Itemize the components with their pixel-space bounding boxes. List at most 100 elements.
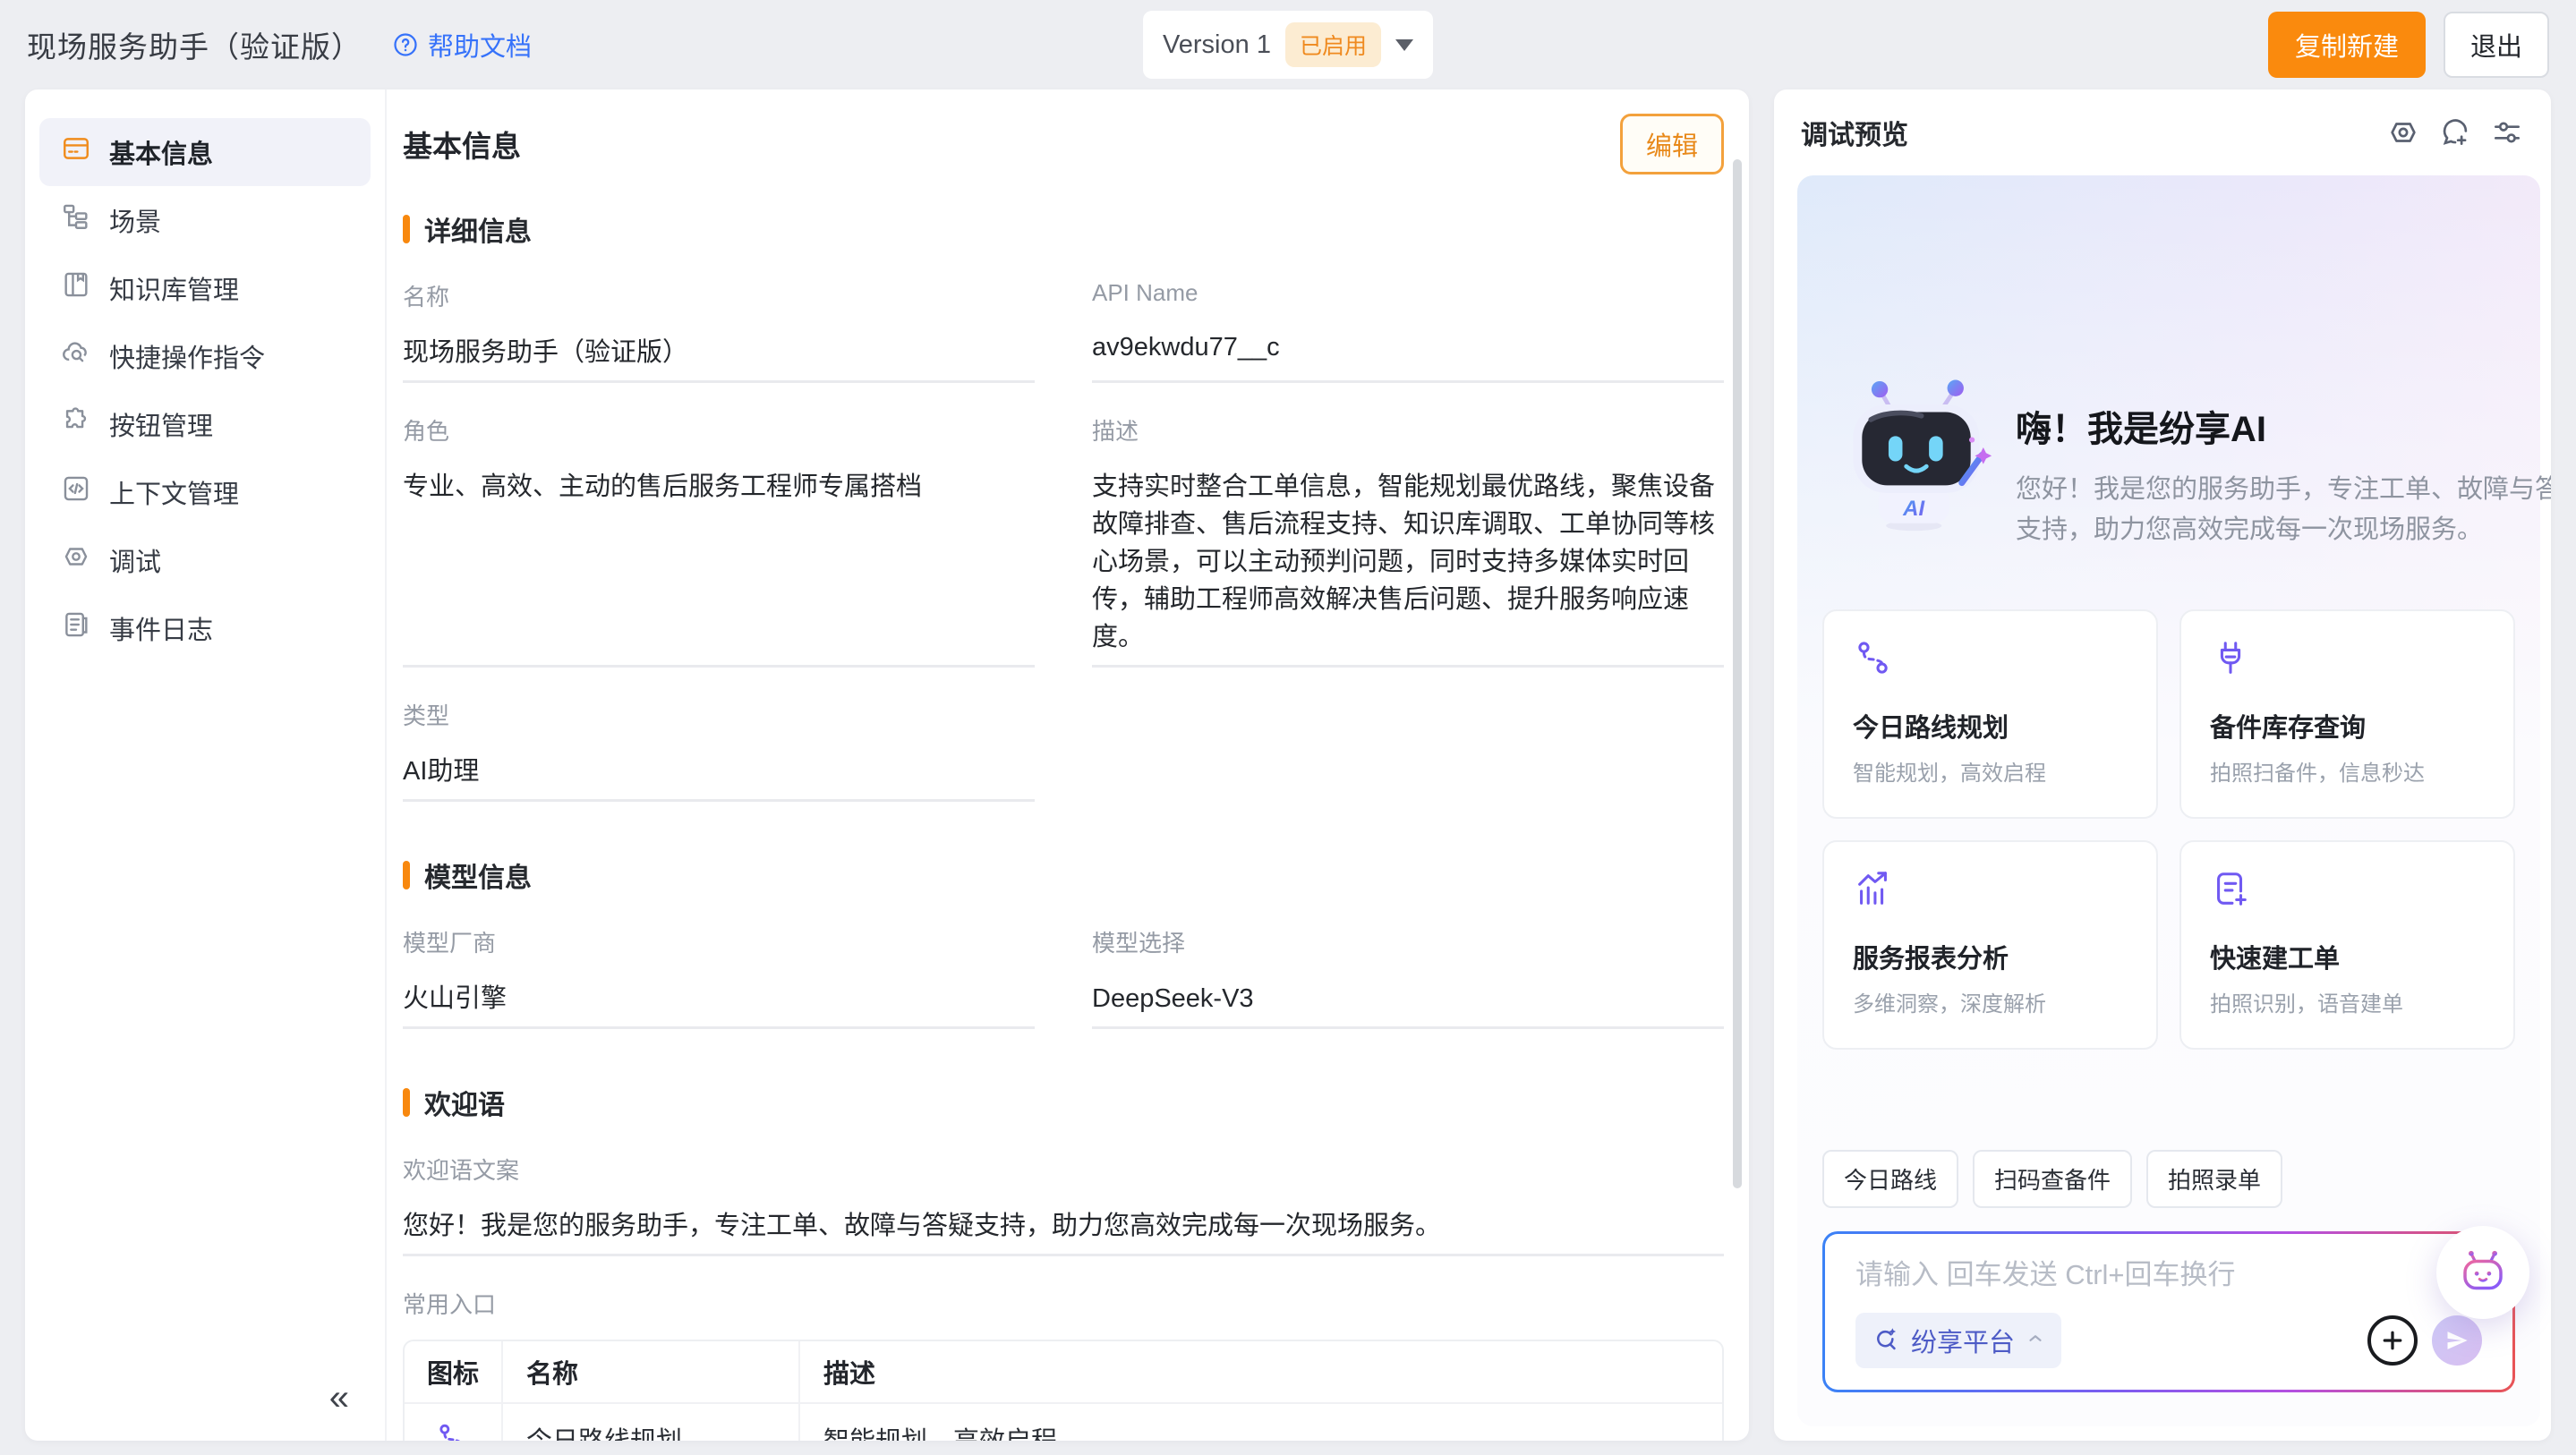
sidebar-item-label: 调试: [109, 541, 161, 579]
field-model-select: 模型选择 DeepSeek-V3: [1092, 925, 1724, 1029]
sidebar-item-label: 知识库管理: [109, 269, 239, 307]
field-value: 专业、高效、主动的售后服务工程师专属搭档: [403, 468, 1035, 506]
field-value: 您好！我是您的服务助手，专注工单、故障与答疑支持，助力您高效完成每一次现场服务。: [403, 1207, 1724, 1245]
help-doc-link[interactable]: 帮助文档: [392, 26, 532, 64]
column-header: 名称: [501, 1341, 798, 1402]
table-header-row: 图标 名称 描述: [405, 1341, 1722, 1402]
entries-table: 图标 名称 描述 今日路线规划 智能规划，高效启程: [403, 1340, 1724, 1441]
field-welcome-copy: 欢迎语文案 您好！我是您的服务助手，专注工单、故障与答疑支持，助力您高效完成每一…: [403, 1153, 1724, 1256]
card-title: 快速建工单: [2210, 938, 2485, 975]
field-label: 描述: [1092, 413, 1724, 447]
chevron-up-icon: [2026, 1329, 2045, 1353]
sidebar-item-quick-commands[interactable]: 快捷操作指令: [39, 322, 371, 390]
debug-preview-panel: 调试预览: [1774, 89, 2551, 1441]
chat-preview-area: AI 嗨！我是纷享AI 您好！我是您的服务助手，专注工单、故障与答疑支持，助力您…: [1797, 175, 2540, 1426]
sidebar-collapse-button[interactable]: «: [329, 1380, 349, 1416]
debug-nut-icon[interactable]: [2386, 115, 2420, 149]
card-subtitle: 拍照识别，语音建单: [2210, 986, 2485, 1017]
sidebar-item-debug[interactable]: 调试: [39, 526, 371, 594]
field-value: DeepSeek-V3: [1092, 980, 1724, 1017]
doc-plus-icon: [2210, 898, 2251, 914]
chip-scan-parts[interactable]: 扫码查备件: [1973, 1150, 2132, 1208]
version-selector[interactable]: Version 1 已启用: [1143, 11, 1433, 79]
version-label: Version 1: [1163, 30, 1271, 60]
main-layout: 基本信息 场景: [0, 89, 2576, 1441]
route-icon: [1853, 668, 1894, 683]
chip-photo-order[interactable]: 拍照录单: [2146, 1150, 2282, 1208]
plug-icon: [2210, 668, 2251, 683]
card-route-planning[interactable]: 今日路线规划 智能规划，高效启程: [1822, 609, 2158, 819]
new-chat-icon[interactable]: [2438, 115, 2472, 149]
field-value: 火山引擎: [403, 980, 1035, 1017]
copy-new-button[interactable]: 复制新建: [2268, 12, 2426, 78]
sidebar-item-button-management[interactable]: 按钮管理: [39, 390, 371, 458]
field-value: AI助理: [403, 753, 1035, 790]
entry-desc: 智能规划，高效启程: [798, 1404, 1722, 1441]
chat-input[interactable]: [1855, 1259, 2325, 1291]
topbar-actions: 复制新建 退出: [2268, 12, 2549, 78]
entry-name: 今日路线规划: [501, 1404, 798, 1441]
section-accent-bar: [403, 215, 410, 243]
send-button[interactable]: [2432, 1315, 2482, 1366]
page-title: 基本信息: [403, 123, 521, 166]
card-report-analysis[interactable]: 服务报表分析 多维洞察，深度解析: [1822, 840, 2158, 1050]
puzzle-icon: [61, 405, 91, 443]
sidebar-item-basic-info[interactable]: 基本信息: [39, 118, 371, 186]
sidebar-item-label: 快捷操作指令: [109, 337, 265, 375]
sliders-icon[interactable]: [2490, 115, 2524, 149]
field-row: 角色 专业、高效、主动的售后服务工程师专属搭档 描述 支持实时整合工单信息，智能…: [403, 413, 1724, 668]
field-row: 欢迎语文案 您好！我是您的服务助手，专注工单、故障与答疑支持，助力您高效完成每一…: [403, 1153, 1724, 1256]
preview-title: 调试预览: [1801, 113, 1908, 152]
field-row: 类型 AI助理: [403, 698, 1724, 802]
platform-label: 纷享平台: [1911, 1322, 2015, 1359]
sidebar-item-context-management[interactable]: 上下文管理: [39, 458, 371, 526]
card-title: 今日路线规划: [1853, 707, 2128, 745]
assistant-greeting: AI 嗨！我是纷享AI 您好！我是您的服务助手，专注工单、故障与答疑支持，助力您…: [1840, 377, 2515, 550]
scene-tree-icon: [61, 201, 91, 239]
search-sparkle-icon: [1872, 1324, 1900, 1357]
sidebar-item-label: 事件日志: [109, 609, 213, 647]
attach-plus-button[interactable]: [2367, 1315, 2418, 1366]
column-header: 描述: [798, 1341, 1722, 1402]
sidebar-item-scenes[interactable]: 场景: [39, 186, 371, 254]
field-description: 描述 支持实时整合工单信息，智能规划最优路线，聚焦设备故障排查、售后流程支持、知…: [1092, 413, 1724, 668]
sidebar-item-event-log[interactable]: 事件日志: [39, 594, 371, 662]
section-welcome-header: 欢迎语: [403, 1083, 1724, 1122]
basic-info-content: 基本信息 编辑 详细信息 名称 现场服务助手（验证版） API Name av9…: [387, 89, 1749, 1441]
chat-input-inner: 纷享平台: [1825, 1234, 2512, 1390]
empty-cell: [1092, 698, 1724, 802]
sidebar-item-knowledge-base[interactable]: 知识库管理: [39, 254, 371, 322]
card-subtitle: 多维洞察，深度解析: [1853, 986, 2128, 1017]
edit-button[interactable]: 编辑: [1620, 114, 1724, 174]
sidebar-item-label: 基本信息: [109, 133, 213, 171]
assistant-robot-button[interactable]: [2436, 1226, 2529, 1319]
card-title: 备件库存查询: [2210, 707, 2485, 745]
content-scrollbar[interactable]: [1733, 159, 1742, 1188]
book-icon: [61, 269, 91, 307]
exit-button[interactable]: 退出: [2444, 12, 2549, 78]
card-parts-inventory[interactable]: 备件库存查询 拍照扫备件，信息秒达: [2179, 609, 2515, 819]
platform-selector[interactable]: 纷享平台: [1855, 1313, 2061, 1368]
field-label: 模型选择: [1092, 925, 1724, 958]
help-doc-label: 帮助文档: [428, 26, 532, 64]
chip-today-route[interactable]: 今日路线: [1822, 1150, 1958, 1208]
app-screen: 现场服务助手（验证版） 帮助文档 Version 1 已启用 复制新建 退出: [0, 0, 2576, 1455]
table-row: 今日路线规划 智能规划，高效启程: [405, 1402, 1722, 1441]
field-value: 现场服务助手（验证版）: [403, 334, 1035, 371]
field-value: 支持实时整合工单信息，智能规划最优路线，聚焦设备故障排查、售后流程支持、知识库调…: [1092, 468, 1724, 656]
quick-action-cards: 今日路线规划 智能规划，高效启程 备件库存查询 拍照扫备件，信息秒达: [1822, 609, 2515, 1050]
field-label: 模型厂商: [403, 925, 1035, 958]
route-icon: [405, 1404, 501, 1441]
section-title: 欢迎语: [424, 1083, 505, 1122]
field-label: API Name: [1092, 279, 1724, 307]
field-row: 模型厂商 火山引擎 模型选择 DeepSeek-V3: [403, 925, 1724, 1029]
topbar: 现场服务助手（验证版） 帮助文档 Version 1 已启用 复制新建 退出: [0, 0, 2576, 89]
log-doc-icon: [61, 609, 91, 647]
card-quick-work-order[interactable]: 快速建工单 拍照识别，语音建单: [2179, 840, 2515, 1050]
field-label: 欢迎语文案: [403, 1153, 1724, 1186]
field-value: av9ekwdu77__c: [1092, 328, 1724, 366]
column-header: 图标: [405, 1341, 501, 1402]
help-circle-icon: [392, 31, 419, 58]
cloud-search-icon: [61, 337, 91, 375]
chevron-down-icon: [1395, 39, 1413, 51]
